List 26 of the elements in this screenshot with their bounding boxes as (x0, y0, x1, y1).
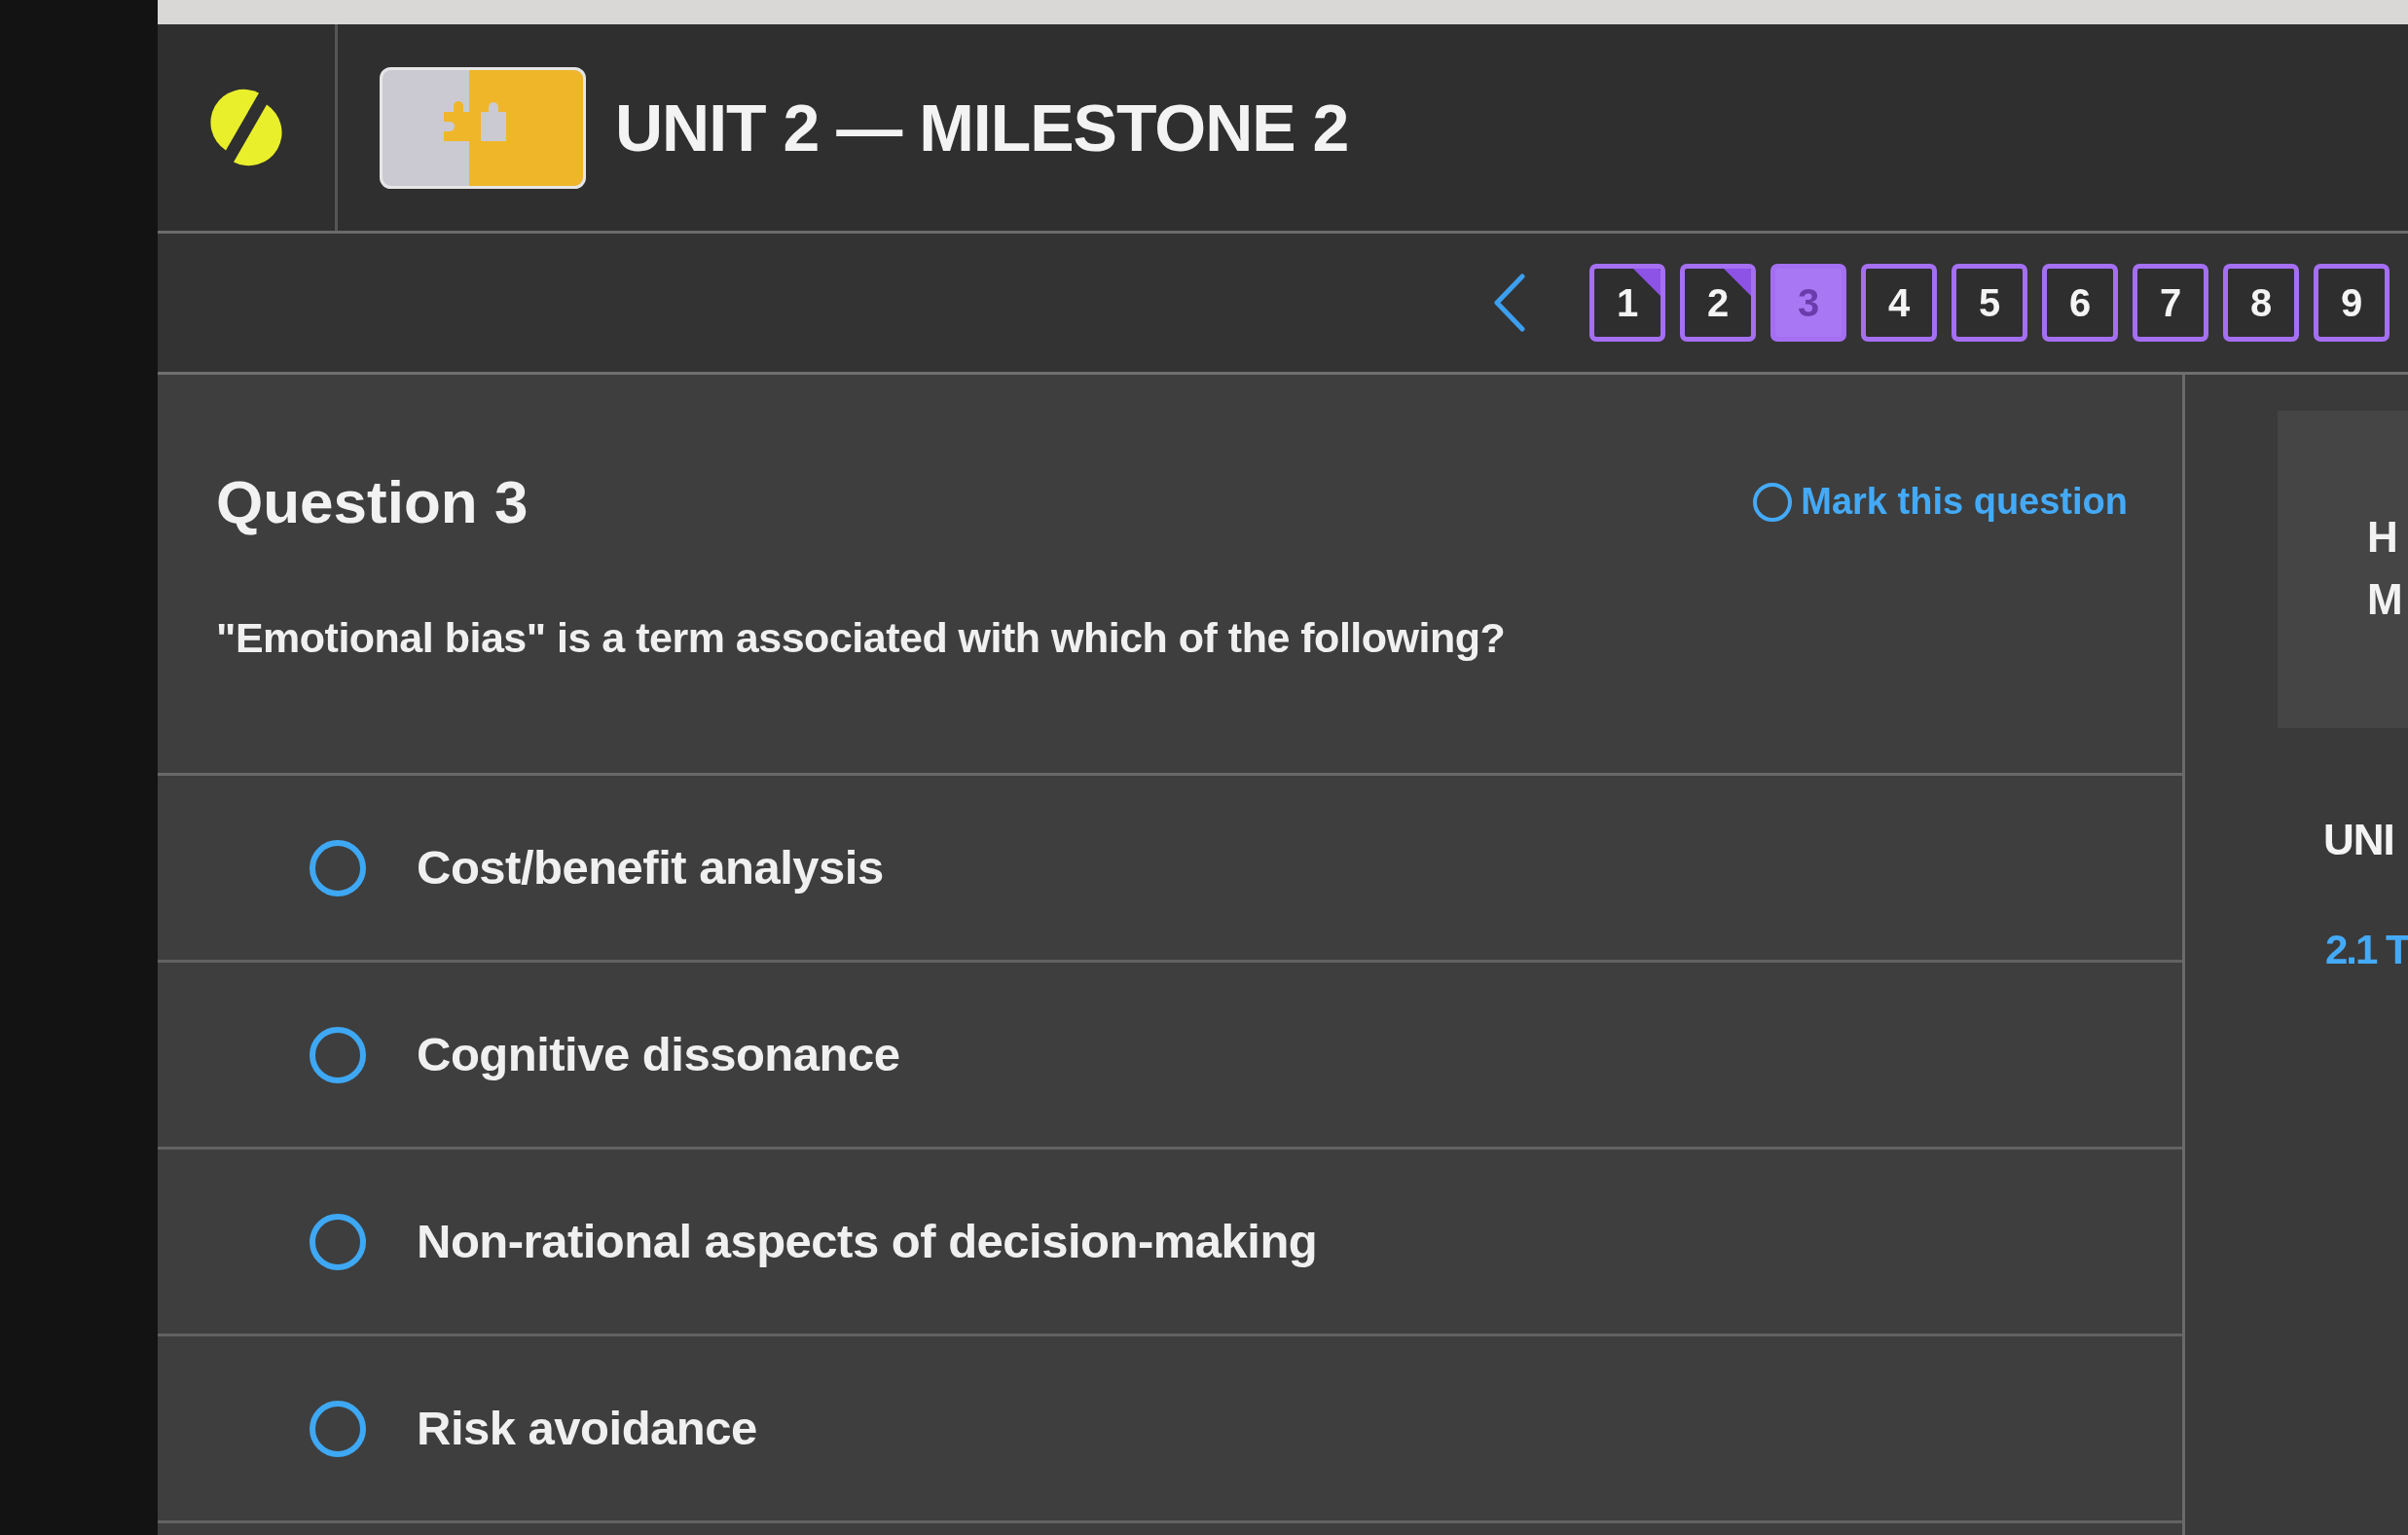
answer-option-label[interactable]: Cost/benefit analysis (417, 831, 884, 904)
answer-option-label[interactable]: Non-rational aspects of decision-making (417, 1205, 1318, 1278)
question-title: Question 3 (216, 467, 529, 537)
question-text: "Emotional bias" is a term associated with which of the following? (216, 613, 1507, 664)
page-title: UNIT 2 — MILESTONE 2 (615, 90, 1349, 166)
answer-option-label[interactable]: Cognitive dissonance (417, 1018, 900, 1091)
radio-button[interactable] (310, 1026, 366, 1083)
page-number-button[interactable]: 5 (1952, 264, 2027, 342)
previous-icon[interactable] (1493, 274, 1526, 332)
card-text: M (2367, 574, 2404, 625)
page-number-button[interactable]: 7 (2133, 264, 2208, 342)
unit-heading: UNI (2323, 815, 2395, 865)
radio-button[interactable] (310, 1400, 366, 1457)
page-number-button[interactable]: 1 (1589, 264, 1665, 342)
mark-question-link[interactable]: Mark this question (1752, 474, 2128, 530)
page-number-button[interactable]: 8 (2223, 264, 2299, 342)
page-number-button[interactable]: 4 (1861, 264, 1937, 342)
page-number-button[interactable]: 9 (2314, 264, 2390, 342)
page-number-button[interactable]: 6 (2042, 264, 2118, 342)
card-text: H (2367, 512, 2399, 563)
radio-button[interactable] (310, 1213, 366, 1270)
answer-option-label[interactable]: Risk avoidance (417, 1392, 757, 1465)
radio-button[interactable] (310, 839, 366, 896)
page-number-button[interactable]: 2 (1680, 264, 1756, 342)
lesson-link[interactable]: 2.1 T (2325, 919, 2408, 980)
logo-icon (209, 88, 283, 167)
